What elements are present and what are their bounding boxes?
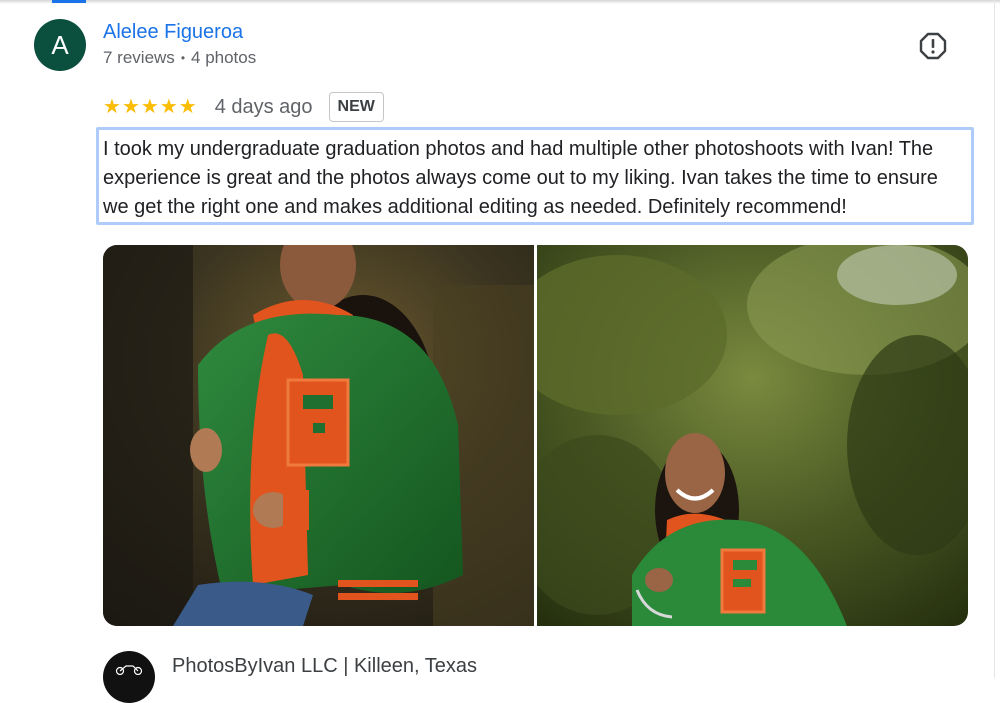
- reviews-count: 7 reviews: [103, 48, 175, 67]
- rating-row: ★ ★ ★ ★ ★ 4 days ago NEW: [103, 90, 384, 124]
- scrollbar-track[interactable]: [994, 0, 995, 678]
- reviewer-avatar[interactable]: A: [34, 19, 86, 71]
- motorcycle-logo-icon: [115, 665, 143, 675]
- star-icon: ★: [103, 96, 121, 118]
- review-text[interactable]: I took my undergraduate graduation photo…: [96, 127, 974, 225]
- business-logo-icon[interactable]: [103, 651, 155, 703]
- star-icon: ★: [121, 96, 140, 118]
- top-divider: [0, 0, 1000, 4]
- review-photo-1[interactable]: [103, 245, 534, 626]
- separator-dot: •: [180, 51, 186, 65]
- report-review-button[interactable]: [918, 31, 948, 61]
- report-icon: [919, 32, 947, 60]
- review-photo-2[interactable]: [537, 245, 968, 626]
- reviewer-initial: A: [51, 29, 69, 60]
- photo-young-woman-green-varsity-jacket: [103, 245, 534, 626]
- active-tab-indicator: [52, 0, 86, 3]
- star-icon: ★: [178, 96, 197, 118]
- photo-smiling-woman-varsity-jacket-outdoors: [537, 245, 968, 626]
- star-icon: ★: [140, 96, 159, 118]
- new-badge: NEW: [328, 92, 384, 122]
- photos-count: 4 photos: [191, 48, 257, 67]
- star-rating: ★ ★ ★ ★ ★: [103, 97, 197, 117]
- owner-response-title: PhotosByIvan LLC | Killeen, Texas: [172, 655, 477, 677]
- review-date: 4 days ago: [214, 95, 313, 118]
- review-photos: [103, 245, 968, 626]
- star-icon: ★: [159, 96, 178, 118]
- reviewer-name[interactable]: Alelee Figueroa: [103, 21, 243, 44]
- reviewer-meta: 7 reviews • 4 photos: [103, 48, 256, 68]
